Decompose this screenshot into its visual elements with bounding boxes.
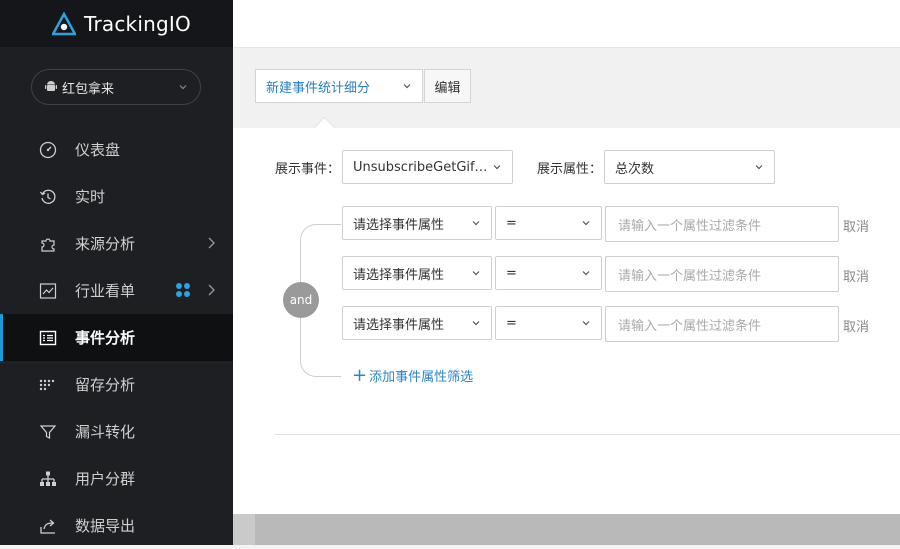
export-icon: [38, 516, 58, 536]
chevron-down-icon: [472, 221, 480, 226]
chevron-down-icon: [403, 84, 411, 89]
event-select-value: UnsubscribeGetGiftE...: [353, 159, 492, 175]
sidebar-item-label: 事件分析: [75, 329, 136, 347]
filter-property-value: 请选择事件属性: [353, 217, 445, 233]
sidebar-item-label: 实时: [75, 188, 106, 206]
add-filter-button[interactable]: + 添加事件属性筛选: [352, 366, 473, 385]
grid-icon: [176, 283, 190, 297]
dashboard-icon: [38, 140, 58, 160]
sidebar-item-funnel[interactable]: 漏斗转化: [0, 408, 233, 455]
sidebar-item-label: 数据导出: [75, 517, 136, 535]
app-select-value: 红包拿来: [62, 81, 115, 97]
sidebar-item-dashboard[interactable]: 仪表盘: [0, 126, 233, 173]
chevron-right-icon: [208, 284, 215, 296]
sidebar-item-label: 漏斗转化: [75, 423, 136, 441]
sidebar-item-event-analysis[interactable]: 事件分析: [0, 314, 233, 361]
top-header: [233, 0, 900, 48]
filter-operator-value: =: [506, 215, 517, 231]
sidebar-item-label: 用户分群: [75, 470, 136, 488]
chevron-down-icon: [472, 271, 480, 276]
event-config-panel: 展示事件： UnsubscribeGetGiftE... 展示属性： 总次数 a…: [233, 116, 900, 514]
attribute-label: 展示属性：: [537, 162, 603, 177]
filter-property-select[interactable]: 请选择事件属性: [342, 306, 492, 340]
chart-line-icon: [38, 281, 58, 301]
sidebar-item-realtime[interactable]: 实时: [0, 173, 233, 220]
chevron-down-icon: [472, 321, 480, 326]
sidebar-item-user-groups[interactable]: 用户分群: [0, 455, 233, 502]
chevron-down-icon: [582, 321, 590, 326]
analysis-select[interactable]: 新建事件统计细分: [255, 69, 423, 103]
attribute-select-value: 总次数: [615, 161, 655, 177]
event-label: 展示事件：: [275, 162, 341, 177]
event-select[interactable]: UnsubscribeGetGiftE...: [342, 150, 513, 184]
filter-value-input[interactable]: 请输入一个属性过滤条件: [605, 206, 839, 242]
chevron-down-icon: [179, 85, 187, 90]
add-filter-label: 添加事件属性筛选: [369, 370, 474, 385]
chevron-right-icon: [208, 237, 215, 249]
plus-icon: +: [352, 364, 368, 386]
filter-property-select[interactable]: 请选择事件属性: [342, 256, 492, 290]
filter-value-input[interactable]: 请输入一个属性过滤条件: [605, 306, 839, 342]
sidebar-item-industry-board[interactable]: 行业看单: [0, 267, 233, 314]
sidebar-item-label: 留存分析: [75, 376, 136, 394]
chevron-down-icon: [755, 165, 763, 170]
filter-operator-value: =: [506, 315, 517, 331]
filter-operator-select[interactable]: =: [495, 306, 602, 340]
logo-bar: TrackingIO: [0, 0, 233, 47]
chevron-down-icon: [582, 271, 590, 276]
app-select[interactable]: 红包拿来: [31, 69, 201, 105]
puzzle-icon: [38, 234, 58, 254]
history-icon: [38, 187, 58, 207]
analysis-select-value: 新建事件统计细分: [266, 80, 371, 96]
sidebar-item-data-export[interactable]: 数据导出: [0, 502, 233, 549]
sidebar: TrackingIO 红包拿来 仪表盘 实时 来源分析 行业看单 事件分析 留存…: [0, 0, 233, 545]
filter-property-select[interactable]: 请选择事件属性: [342, 206, 492, 240]
android-icon: [45, 81, 57, 91]
filter-operator-select[interactable]: =: [495, 256, 602, 290]
sidebar-item-label: 行业看单: [75, 282, 136, 300]
funnel-icon: [38, 422, 58, 442]
bottom-bar: [233, 514, 900, 545]
attribute-select[interactable]: 总次数: [604, 150, 775, 184]
edit-button[interactable]: 编辑: [424, 69, 471, 103]
chevron-down-icon: [582, 221, 590, 226]
and-operator-toggle[interactable]: and: [283, 282, 319, 318]
logo-icon: [52, 11, 76, 35]
filter-property-value: 请选择事件属性: [353, 317, 445, 333]
sidebar-nav: 仪表盘 实时 来源分析 行业看单 事件分析 留存分析 漏斗转化 用户分群 数据导…: [0, 126, 233, 549]
filter-operator-select[interactable]: =: [495, 206, 602, 240]
filter-cancel-button[interactable]: 取消: [843, 216, 869, 235]
filter-cancel-button[interactable]: 取消: [843, 266, 869, 285]
filter-value-input[interactable]: 请输入一个属性过滤条件: [605, 256, 839, 292]
filter-operator-value: =: [506, 265, 517, 281]
sidebar-item-label: 来源分析: [75, 235, 136, 253]
sidebar-item-retention[interactable]: 留存分析: [0, 361, 233, 408]
filter-property-value: 请选择事件属性: [353, 267, 445, 283]
sidebar-item-label: 仪表盘: [75, 141, 121, 159]
hierarchy-icon: [38, 469, 58, 489]
list-icon: [38, 328, 58, 348]
sidebar-item-source-analysis[interactable]: 来源分析: [0, 220, 233, 267]
chevron-down-icon: [493, 165, 501, 170]
divider: [275, 434, 900, 435]
toolbar: 新建事件统计细分 编辑: [233, 48, 900, 128]
brand-name: TrackingIO: [84, 11, 191, 36]
filter-cancel-button[interactable]: 取消: [843, 316, 869, 335]
dots-grid-icon: [38, 375, 58, 395]
bottom-bar-shade: [233, 514, 255, 545]
